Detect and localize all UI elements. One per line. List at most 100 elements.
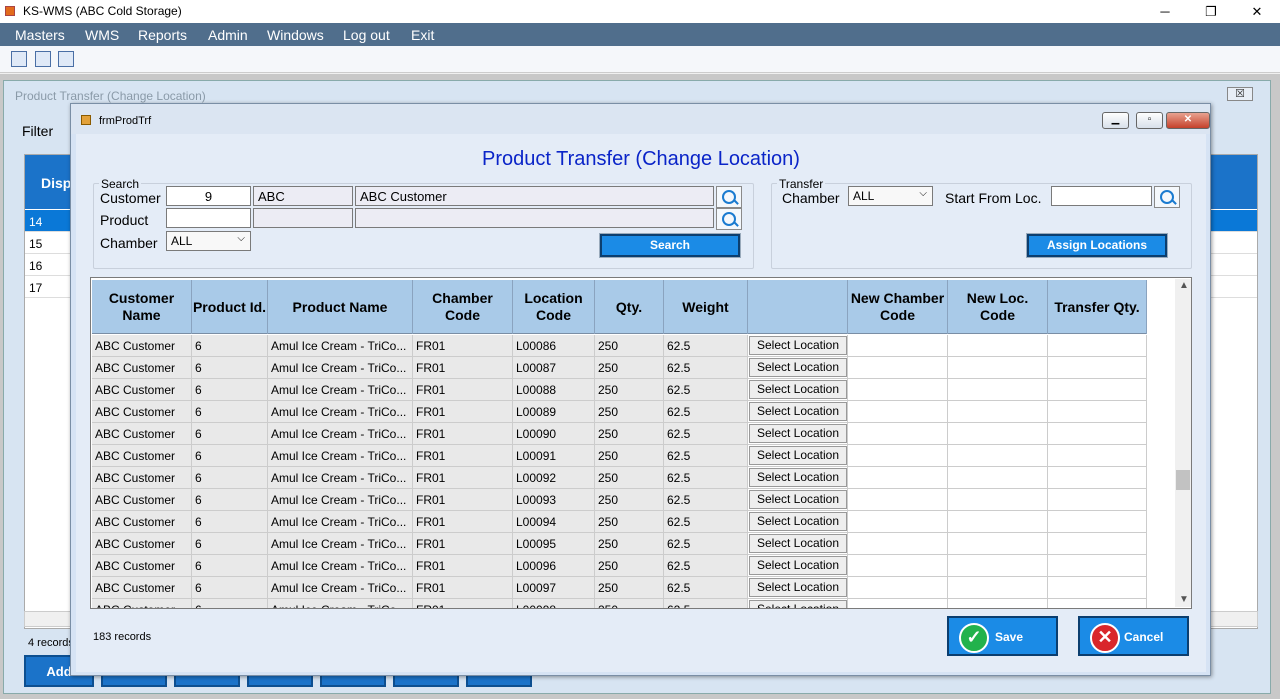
- new-loc-code-cell[interactable]: [948, 533, 1048, 555]
- weight-cell[interactable]: 62.5: [664, 555, 748, 577]
- select-location-button[interactable]: Select Location: [749, 446, 847, 465]
- qty-cell[interactable]: 250: [595, 423, 664, 445]
- qty-cell[interactable]: 250: [595, 445, 664, 467]
- location-code-cell[interactable]: L00088: [513, 379, 595, 401]
- customer-name-cell[interactable]: ABC Customer: [92, 357, 192, 379]
- new-chamber-code-cell[interactable]: [848, 511, 948, 533]
- assign-locations-button[interactable]: Assign Locations: [1026, 233, 1168, 258]
- table-row[interactable]: ABC Customer6Amul Ice Cream - TriCo...FR…: [92, 577, 1147, 599]
- column-header-chamber-code[interactable]: Chamber Code: [413, 280, 513, 334]
- product-name-cell[interactable]: Amul Ice Cream - TriCo...: [268, 357, 413, 379]
- transfer-qty-cell[interactable]: [1048, 335, 1147, 357]
- location-code-cell[interactable]: L00087: [513, 357, 595, 379]
- new-loc-code-cell[interactable]: [948, 335, 1048, 357]
- column-header-transfer-qty[interactable]: Transfer Qty.: [1048, 280, 1147, 334]
- location-code-cell[interactable]: L00089: [513, 401, 595, 423]
- chamber-select[interactable]: ALL ⌵: [166, 231, 251, 251]
- table-row[interactable]: ABC Customer6Amul Ice Cream - TriCo...FR…: [92, 599, 1147, 608]
- dialog-close-button[interactable]: ✕: [1166, 112, 1210, 129]
- product-name-cell[interactable]: Amul Ice Cream - TriCo...: [268, 379, 413, 401]
- new-chamber-code-cell[interactable]: [848, 467, 948, 489]
- menu-wms[interactable]: WMS: [85, 27, 119, 43]
- product-id-cell[interactable]: 6: [192, 335, 268, 357]
- product-id-cell[interactable]: 6: [192, 401, 268, 423]
- chamber-code-cell[interactable]: FR01: [413, 379, 513, 401]
- select-location-button[interactable]: Select Location: [749, 600, 847, 608]
- select-location-button[interactable]: Select Location: [749, 336, 847, 355]
- product-name-cell[interactable]: Amul Ice Cream - TriCo...: [268, 467, 413, 489]
- weight-cell[interactable]: 62.5: [664, 423, 748, 445]
- product-name-cell[interactable]: Amul Ice Cream - TriCo...: [268, 577, 413, 599]
- menu-admin[interactable]: Admin: [208, 27, 248, 43]
- search-button[interactable]: Search: [599, 233, 741, 258]
- table-row[interactable]: ABC Customer6Amul Ice Cream - TriCo...FR…: [92, 533, 1147, 555]
- customer-name-field[interactable]: ABC Customer: [355, 186, 714, 206]
- product-id-cell[interactable]: 6: [192, 555, 268, 577]
- new-loc-code-cell[interactable]: [948, 489, 1048, 511]
- column-header-qty[interactable]: Qty.: [595, 280, 664, 334]
- product-name-cell[interactable]: Amul Ice Cream - TriCo...: [268, 599, 413, 608]
- edit-doc-icon[interactable]: [11, 51, 27, 67]
- customer-name-cell[interactable]: ABC Customer: [92, 511, 192, 533]
- new-loc-code-cell[interactable]: [948, 577, 1048, 599]
- new-chamber-code-cell[interactable]: [848, 599, 948, 608]
- qty-cell[interactable]: 250: [595, 401, 664, 423]
- transfer-qty-cell[interactable]: [1048, 511, 1147, 533]
- close-button[interactable]: ✕: [1234, 0, 1280, 23]
- new-loc-code-cell[interactable]: [948, 401, 1048, 423]
- column-header-product-name[interactable]: Product Name: [268, 280, 413, 334]
- chamber-code-cell[interactable]: FR01: [413, 401, 513, 423]
- customer-code-field[interactable]: ABC: [253, 186, 353, 206]
- select-location-button[interactable]: Select Location: [749, 380, 847, 399]
- product-id-cell[interactable]: 6: [192, 533, 268, 555]
- new-loc-code-cell[interactable]: [948, 511, 1048, 533]
- new-loc-code-cell[interactable]: [948, 445, 1048, 467]
- weight-cell[interactable]: 62.5: [664, 577, 748, 599]
- location-code-cell[interactable]: L00098: [513, 599, 595, 608]
- qty-cell[interactable]: 250: [595, 335, 664, 357]
- transfer-qty-cell[interactable]: [1048, 379, 1147, 401]
- transfer-qty-cell[interactable]: [1048, 445, 1147, 467]
- menu-masters[interactable]: Masters: [15, 27, 65, 43]
- select-location-button[interactable]: Select Location: [749, 578, 847, 597]
- select-location-button[interactable]: Select Location: [749, 424, 847, 443]
- table-row[interactable]: ABC Customer6Amul Ice Cream - TriCo...FR…: [92, 511, 1147, 533]
- qty-cell[interactable]: 250: [595, 511, 664, 533]
- product-search-icon[interactable]: [716, 208, 742, 230]
- cancel-button[interactable]: ✕ Cancel: [1078, 616, 1189, 656]
- new-chamber-code-cell[interactable]: [848, 533, 948, 555]
- new-loc-code-cell[interactable]: [948, 357, 1048, 379]
- location-code-cell[interactable]: L00093: [513, 489, 595, 511]
- table-row[interactable]: ABC Customer6Amul Ice Cream - TriCo...FR…: [92, 335, 1147, 357]
- weight-cell[interactable]: 62.5: [664, 445, 748, 467]
- transfer-qty-cell[interactable]: [1048, 401, 1147, 423]
- new-loc-code-cell[interactable]: [948, 599, 1048, 608]
- product-id-field[interactable]: [166, 208, 251, 228]
- weight-cell[interactable]: 62.5: [664, 401, 748, 423]
- new-loc-code-cell[interactable]: [948, 555, 1048, 577]
- product-name-cell[interactable]: Amul Ice Cream - TriCo...: [268, 555, 413, 577]
- location-code-cell[interactable]: L00091: [513, 445, 595, 467]
- product-id-cell[interactable]: 6: [192, 489, 268, 511]
- menu-exit[interactable]: Exit: [411, 27, 434, 43]
- report-icon[interactable]: [58, 51, 74, 67]
- location-code-cell[interactable]: L00097: [513, 577, 595, 599]
- product-name-cell[interactable]: Amul Ice Cream - TriCo...: [268, 445, 413, 467]
- table-row[interactable]: ABC Customer6Amul Ice Cream - TriCo...FR…: [92, 379, 1147, 401]
- scroll-up-icon[interactable]: ▲: [1179, 280, 1189, 291]
- product-name-field[interactable]: [355, 208, 714, 228]
- table-row[interactable]: ABC Customer6Amul Ice Cream - TriCo...FR…: [92, 489, 1147, 511]
- qty-cell[interactable]: 250: [595, 357, 664, 379]
- list-doc-icon[interactable]: [35, 51, 51, 67]
- table-row[interactable]: ABC Customer6Amul Ice Cream - TriCo...FR…: [92, 467, 1147, 489]
- select-location-button[interactable]: Select Location: [749, 358, 847, 377]
- product-name-cell[interactable]: Amul Ice Cream - TriCo...: [268, 533, 413, 555]
- chamber-code-cell[interactable]: FR01: [413, 511, 513, 533]
- column-header-customer-name[interactable]: Customer Name: [92, 280, 192, 334]
- weight-cell[interactable]: 62.5: [664, 357, 748, 379]
- background-window-close-button[interactable]: ☒: [1227, 87, 1253, 101]
- new-loc-code-cell[interactable]: [948, 467, 1048, 489]
- product-name-cell[interactable]: Amul Ice Cream - TriCo...: [268, 423, 413, 445]
- dialog-maximize-button[interactable]: ▫: [1136, 112, 1163, 129]
- select-location-button[interactable]: Select Location: [749, 556, 847, 575]
